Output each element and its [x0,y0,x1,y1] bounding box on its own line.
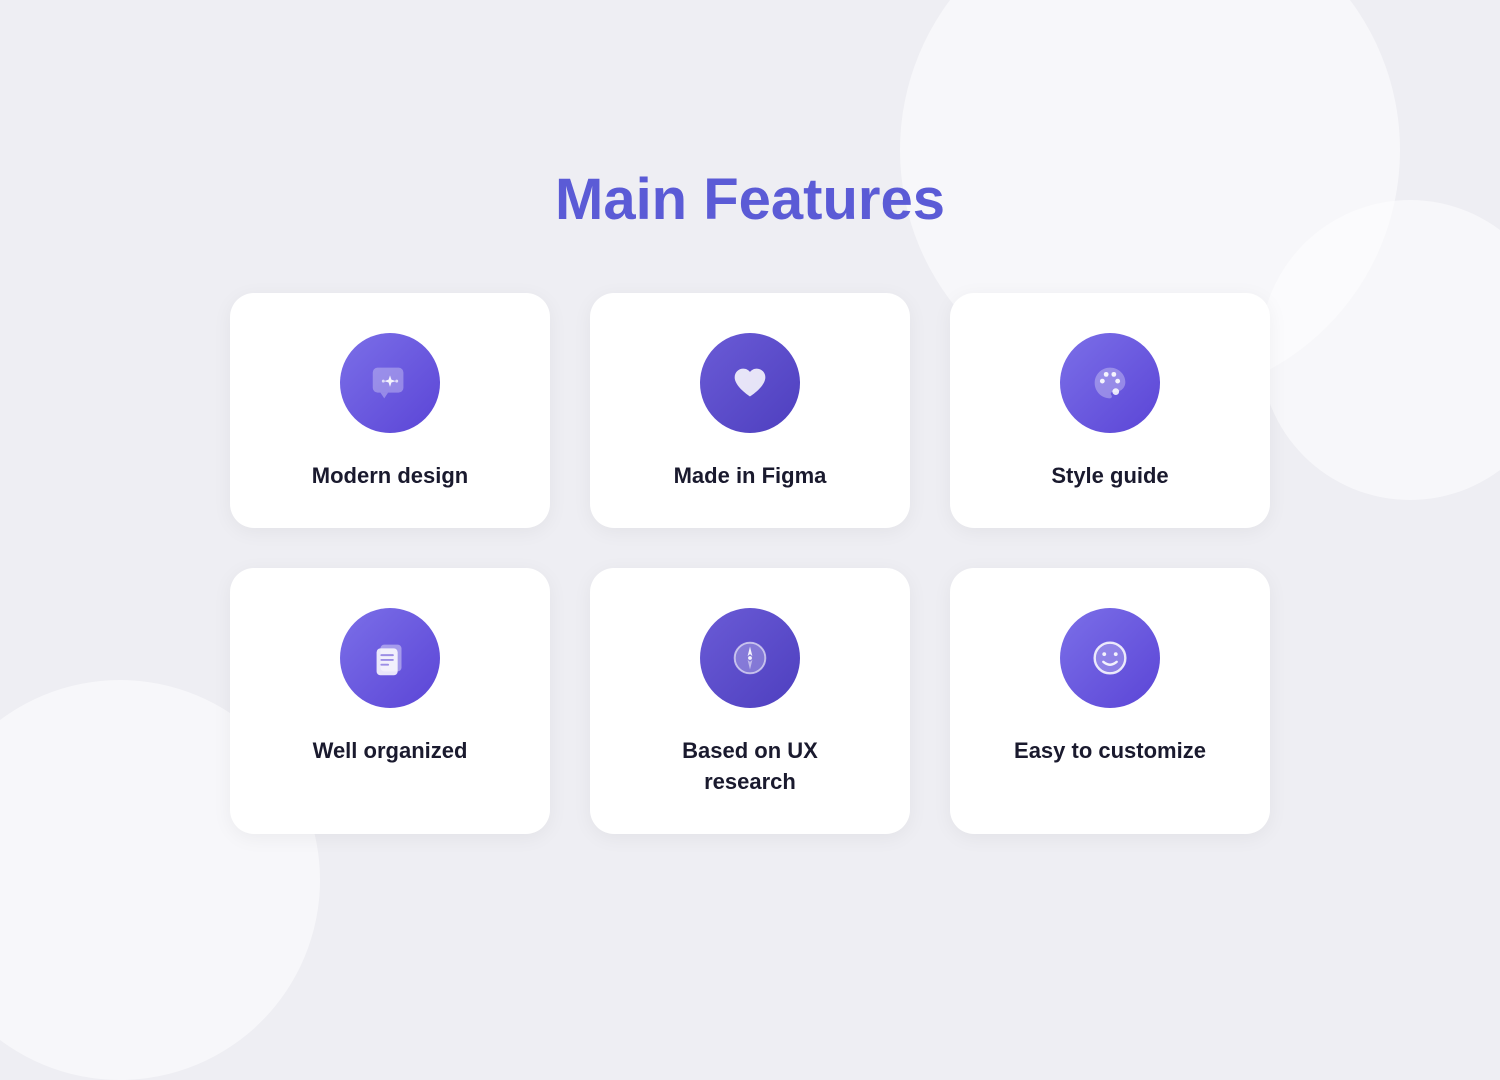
copy-icon [367,635,413,681]
well-organized-label: Well organized [313,736,468,767]
bg-decoration-3 [1260,200,1500,500]
ux-research-label: Based on UXresearch [682,736,818,798]
palette-icon [1087,360,1133,406]
modern-design-label: Modern design [312,461,468,492]
feature-card-style-guide: Style guide [950,293,1270,528]
feature-card-made-in-figma: Made in Figma [590,293,910,528]
made-in-figma-label: Made in Figma [674,461,827,492]
features-grid: Modern design Made in Figma Style guide [230,293,1270,833]
ux-research-icon-circle [700,608,800,708]
modern-design-icon-circle [340,333,440,433]
feature-card-modern-design: Modern design [230,293,550,528]
style-guide-label: Style guide [1051,461,1168,492]
style-guide-icon-circle [1060,333,1160,433]
easy-to-customize-label: Easy to customize [1014,736,1206,767]
feature-card-ux-research: Based on UXresearch [590,568,910,834]
sparkle-icon [367,360,413,406]
smile-icon [1087,635,1133,681]
easy-to-customize-icon-circle [1060,608,1160,708]
made-in-figma-icon-circle [700,333,800,433]
page-title: Main Features [555,166,945,233]
well-organized-icon-circle [340,608,440,708]
feature-card-well-organized: Well organized [230,568,550,834]
feature-card-easy-to-customize: Easy to customize [950,568,1270,834]
compass-icon [727,635,773,681]
heart-icon [727,360,773,406]
